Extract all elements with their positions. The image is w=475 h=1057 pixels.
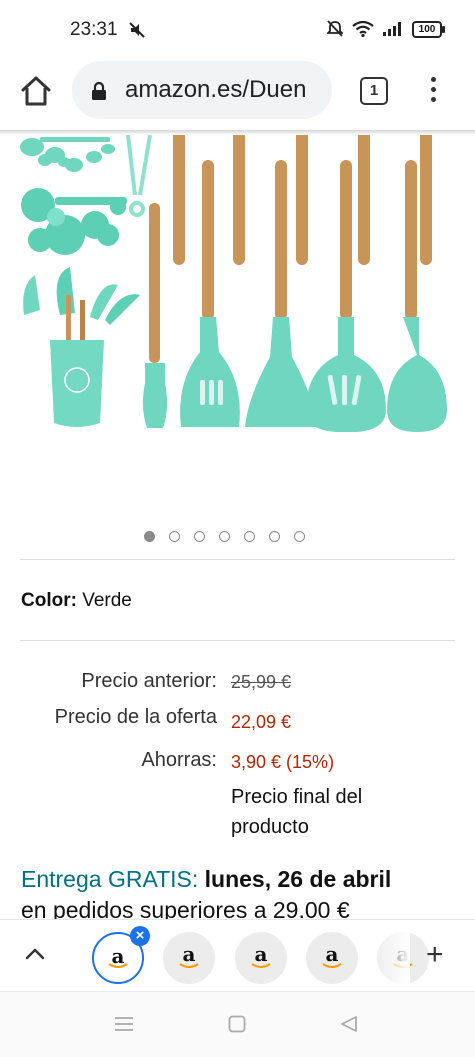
amazon-icon: a [182, 942, 196, 966]
system-navigation-bar [0, 991, 475, 1057]
url-bar[interactable]: amazon.es/Duen [72, 61, 332, 119]
home-icon[interactable] [18, 73, 54, 109]
divider [20, 640, 455, 641]
measuring-cups [21, 188, 127, 255]
back-icon[interactable] [340, 1015, 358, 1033]
measuring-spoons [20, 137, 115, 172]
final-price-note: Precio final del producto [231, 786, 363, 838]
new-tab-icon[interactable]: + [426, 940, 444, 970]
delivery-date: lunes, 26 de abril [204, 866, 392, 892]
tab-thumbnail[interactable]: a [235, 932, 287, 984]
color-value: Verde [82, 590, 132, 611]
close-tab-icon[interactable]: × [130, 926, 150, 946]
carousel-dot[interactable] [294, 531, 305, 542]
browser-toolbar: amazon.es/Duen 1 [0, 58, 475, 132]
battery-icon: 100 [412, 20, 445, 38]
free-delivery-link[interactable]: Entrega GRATIS: [21, 866, 198, 892]
lock-icon[interactable] [91, 81, 107, 101]
tab-thumbnail[interactable]: a [306, 932, 358, 984]
utensil-heads [142, 317, 447, 432]
color-label: Color: [21, 590, 77, 611]
carousel-dot[interactable] [144, 531, 155, 542]
savings-value: 3,90 € (15%) [231, 752, 335, 772]
url-text[interactable]: amazon.es/Duen [125, 76, 306, 104]
tab-strip-fade [370, 920, 410, 992]
chevron-up-icon[interactable] [24, 946, 46, 962]
mute-icon [129, 22, 145, 38]
carousel-dot[interactable] [219, 531, 230, 542]
carousel-dot[interactable] [169, 531, 180, 542]
carousel-indicator [144, 531, 305, 542]
status-time: 23:31 [70, 19, 118, 40]
tongs [126, 135, 152, 217]
home-nav-icon[interactable] [228, 1015, 246, 1033]
wifi-icon [352, 21, 374, 37]
amazon-icon: a [325, 942, 339, 966]
status-icons: 100 [327, 20, 445, 38]
color-selection: Color: Verde [21, 590, 132, 612]
tab-thumbnail-selected[interactable]: a × [92, 926, 150, 984]
overflow-menu-icon[interactable] [423, 74, 443, 106]
carousel-dot[interactable] [269, 531, 280, 542]
alarm-off-icon [327, 20, 343, 37]
delivery-info: Entrega GRATIS: lunes, 26 de abril [21, 866, 391, 893]
amazon-icon: a [254, 942, 268, 966]
carousel-dot[interactable] [244, 531, 255, 542]
status-bar: 23:31 100 [0, 0, 475, 58]
product-image[interactable] [0, 135, 475, 465]
previous-price-value: 25,99 € [231, 672, 292, 692]
carousel-dot[interactable] [194, 531, 205, 542]
offer-price-label: Precio de la oferta [54, 706, 217, 728]
tab-thumbnail[interactable]: a [163, 932, 215, 984]
previous-price-label: Precio anterior: [81, 670, 217, 692]
signal-icon [383, 22, 401, 36]
savings-label: Ahorras: [141, 749, 217, 771]
tab-strip: a × a a a a + [0, 919, 475, 992]
tab-switcher-button[interactable]: 1 [360, 77, 388, 105]
offer-price-value: 22,09 € [231, 712, 292, 732]
divider [20, 559, 455, 560]
utensil-handles [149, 135, 432, 363]
recents-icon[interactable] [114, 1016, 134, 1032]
utensil-holder [23, 267, 140, 427]
